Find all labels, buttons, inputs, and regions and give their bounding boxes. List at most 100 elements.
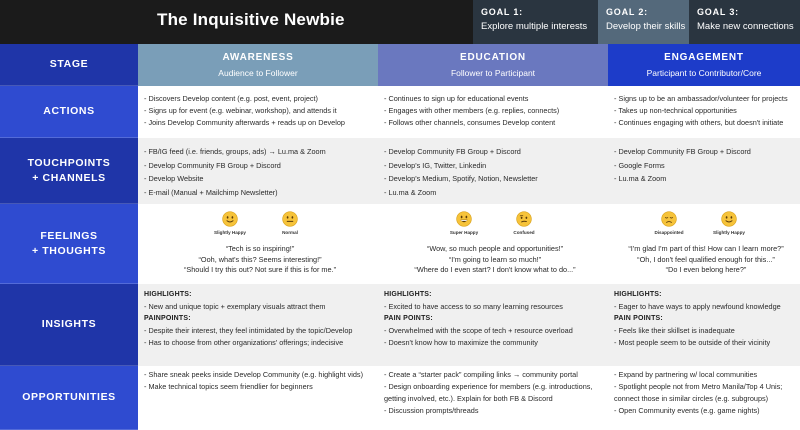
goal-2-text: Develop their skills bbox=[606, 21, 686, 32]
list-item: - E-mail (Manual + Mailchimp Newsletter) bbox=[144, 187, 278, 197]
list-item: - Discussion prompts/threads bbox=[384, 406, 479, 415]
list-item: - Make technical topics seem friendlier … bbox=[144, 382, 313, 391]
list-item: - Develop's IG, Twitter, Linkedin bbox=[384, 160, 487, 170]
quote: “Wow, so much people and opportunities!” bbox=[426, 244, 564, 253]
list-item: - New and unique topic + exemplary visua… bbox=[144, 302, 326, 311]
quote: “Tech is so inspiring!” bbox=[225, 244, 295, 253]
quote: “Ooh, what's this? Seems interesting!” bbox=[198, 254, 322, 264]
emoji-label: Super Happy bbox=[449, 230, 479, 235]
pain-points-heading: PAIN POINTS: bbox=[614, 315, 663, 322]
confused-face-icon bbox=[516, 211, 532, 227]
feelings-awareness-quotes: “Tech is so inspiring!” “Ooh, what's thi… bbox=[144, 244, 376, 276]
row-header-insights: INSIGHTS bbox=[0, 284, 138, 366]
actions-engagement: - Signs up to be an ambassador/volunteer… bbox=[614, 93, 798, 129]
row-header-touchpoints-line-2: + CHANNELS bbox=[32, 171, 106, 184]
list-item: - Continues to sign up for educational e… bbox=[384, 94, 529, 103]
insights-awareness: HIGHLIGHTS: - New and unique topic + exe… bbox=[144, 289, 376, 349]
emoji-label: Normal bbox=[282, 230, 298, 235]
list-item: - Follows other channels, consumes Devel… bbox=[384, 118, 556, 127]
quote: “Where do I even start? I don't know wha… bbox=[414, 265, 576, 274]
list-item: - Most people seem to be outside of thei… bbox=[614, 338, 771, 347]
grinning-face-icon bbox=[456, 211, 472, 227]
goal-1-label: GOAL 1: bbox=[481, 7, 523, 17]
list-item: connect those in similar circles (e.g. s… bbox=[614, 394, 769, 403]
row-header-touchpoints-line-1: TOUCHPOINTS bbox=[27, 157, 111, 170]
row-header-feelings-line-2: + THOUGHTS bbox=[32, 244, 106, 257]
emoji-label: Slightly Happy bbox=[214, 230, 246, 235]
opportunities-awareness: - Share sneak peeks inside Develop Commu… bbox=[144, 369, 376, 393]
row-header-feelings: FEELINGS + THOUGHTS bbox=[0, 204, 138, 284]
emoji-super-happy: Super Happy bbox=[447, 211, 481, 241]
customer-journey-map: The Inquisitive Newbie GOAL 1: Explore m… bbox=[0, 0, 800, 430]
pain-points-heading: PAIN POINTS: bbox=[384, 315, 433, 322]
emoji-label: Slightly Happy bbox=[713, 230, 745, 235]
emoji-label: Disappointed bbox=[654, 230, 684, 235]
list-item: - Google Forms bbox=[614, 160, 665, 170]
emoji-slightly-happy: Slightly Happy bbox=[213, 211, 247, 241]
highlights-heading: HIGHLIGHTS: bbox=[144, 291, 192, 298]
stage-engagement-title: ENGAGEMENT bbox=[664, 52, 744, 63]
insights-engagement: HIGHLIGHTS: - Eager to have ways to appl… bbox=[614, 289, 798, 349]
row-header-touchpoints: TOUCHPOINTS + CHANNELS bbox=[0, 138, 138, 204]
list-item: - Develop Community FB Group + Discord bbox=[614, 147, 751, 156]
list-item: getting involved, etc.). Explain for bot… bbox=[384, 394, 553, 403]
row-header-feelings-line-1: FEELINGS bbox=[40, 230, 98, 243]
emoji-disappointed: Disappointed bbox=[652, 211, 686, 241]
stage-education-title: EDUCATION bbox=[460, 52, 526, 63]
stage-education-subtitle: Follower to Participant bbox=[450, 68, 536, 78]
list-item: - Doesn't know how to maximize the commu… bbox=[384, 338, 538, 347]
stage-awareness-subtitle: Audience to Follower bbox=[218, 68, 298, 78]
list-item: - Expand by partnering w/ local communit… bbox=[614, 370, 758, 379]
feelings-engagement-faces: Disappointed Slightly Happy bbox=[652, 211, 746, 241]
disappointed-face-icon bbox=[661, 211, 677, 227]
quote: “Do I even belong here?” bbox=[665, 265, 747, 274]
list-item: - Eager to have ways to apply newfound k… bbox=[614, 302, 781, 311]
list-item: - Develop Website bbox=[144, 174, 204, 183]
list-item: - Excited to have access to so many lear… bbox=[384, 302, 563, 311]
highlights-heading: HIGHLIGHTS: bbox=[384, 291, 432, 298]
emoji-slightly-happy: Slightly Happy bbox=[712, 211, 746, 241]
pain-points-heading: PAINPOINTS: bbox=[144, 315, 191, 322]
goal-1: GOAL 1: Explore multiple interests bbox=[473, 0, 598, 44]
list-item: - Develop Community FB Group + Discord bbox=[144, 160, 281, 170]
opportunities-education: - Create a “starter pack” compiling link… bbox=[384, 369, 606, 417]
list-item: - Spotlight people not from Metro Manila… bbox=[614, 382, 783, 391]
goal-3-label: GOAL 3: bbox=[697, 7, 739, 17]
touchpoints-engagement: - Develop Community FB Group + Discord -… bbox=[614, 145, 798, 186]
stage-education: EDUCATION Follower to Participant bbox=[378, 44, 608, 86]
list-item: - Signs up for event (e.g. webinar, work… bbox=[144, 106, 337, 115]
list-item: - Joins Develop Community afterwards + r… bbox=[144, 118, 345, 127]
page-title: The Inquisitive Newbie bbox=[157, 10, 345, 29]
quote: “Oh, I don't feel qualified enough for t… bbox=[637, 254, 775, 264]
list-item: - Despite their interest, they feel inti… bbox=[144, 326, 353, 335]
opportunities-engagement: - Expand by partnering w/ local communit… bbox=[614, 369, 798, 417]
feelings-education-faces: Super Happy Confused bbox=[447, 211, 541, 241]
neutral-face-icon bbox=[282, 211, 298, 227]
row-header-opportunities-label: OPPORTUNITIES bbox=[22, 391, 116, 404]
list-item: - Share sneak peeks inside Develop Commu… bbox=[144, 370, 364, 379]
feelings-education-quotes: “Wow, so much people and opportunities!”… bbox=[384, 244, 606, 276]
goal-2: GOAL 2: Develop their skills bbox=[598, 0, 689, 44]
row-header-opportunities: OPPORTUNITIES bbox=[0, 366, 138, 430]
list-item: - FB/IG feed (i.e. friends, groups, ads)… bbox=[144, 147, 326, 156]
list-item: - Develop's Medium, Spotify, Notion, New… bbox=[384, 174, 538, 183]
row-header-insights-label: INSIGHTS bbox=[41, 318, 97, 331]
list-item: - Open Community events (e.g. game night… bbox=[614, 406, 760, 415]
highlights-heading: HIGHLIGHTS: bbox=[614, 291, 662, 298]
list-item: - Engages with other members (e.g. repli… bbox=[384, 106, 560, 115]
goal-2-label: GOAL 2: bbox=[606, 7, 648, 17]
list-item: - Signs up to be an ambassador/volunteer… bbox=[614, 94, 788, 103]
list-item: - Create a “starter pack” compiling link… bbox=[384, 370, 578, 379]
list-item: - Takes up non-technical opportunities bbox=[614, 106, 737, 115]
list-item: - Lu.ma & Zoom bbox=[384, 187, 437, 197]
stage-engagement-subtitle: Participant to Contributor/Core bbox=[646, 68, 762, 78]
row-header-actions-label: ACTIONS bbox=[43, 105, 95, 118]
emoji-label: Confused bbox=[513, 230, 535, 235]
list-item: - Feels like their skillset is inadequat… bbox=[614, 326, 735, 335]
slightly-happy-icon bbox=[222, 211, 238, 227]
emoji-neutral: Normal bbox=[273, 211, 307, 241]
stage-awareness-title: AWARENESS bbox=[222, 52, 294, 63]
feelings-awareness-faces: Slightly Happy Normal bbox=[213, 211, 307, 241]
list-item: - Develop Community FB Group + Discord bbox=[384, 147, 521, 156]
list-item: - Overwhelmed with the scope of tech + r… bbox=[384, 326, 573, 335]
